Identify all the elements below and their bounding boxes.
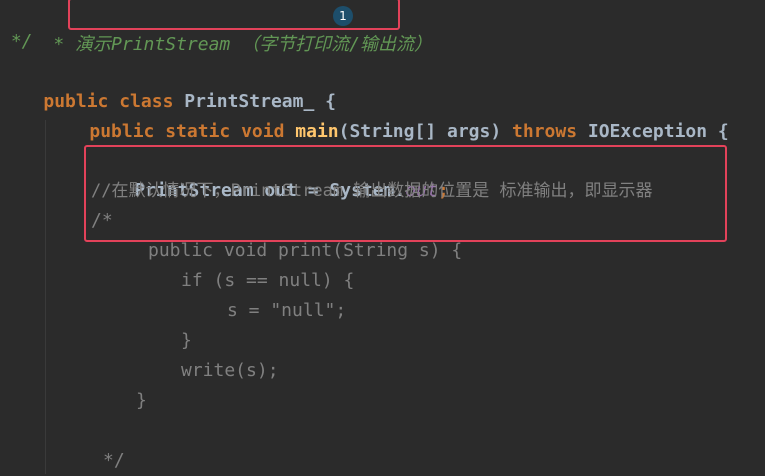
code-line-14[interactable]: */ — [103, 446, 125, 476]
code-line-13[interactable]: } — [136, 386, 147, 416]
cursor-badge: 1 — [333, 6, 353, 26]
doc-star: * — [53, 34, 76, 55]
code-line-2[interactable]: */ — [0, 27, 33, 57]
code-line-9[interactable]: if (s == null) { — [181, 266, 354, 296]
code-line-10[interactable]: s = "null"; — [227, 296, 346, 326]
code-line-3[interactable]: public class PrintStream_ { — [0, 57, 336, 112]
code-line-12[interactable]: write(s); — [181, 356, 279, 386]
keyword-throws: throws — [512, 121, 588, 142]
highlight-box-printstream — [84, 145, 727, 242]
exception-type: IOException — [587, 121, 708, 142]
doc-class-name: PrintStream — [111, 34, 231, 55]
keyword-modifiers: public static void — [89, 121, 296, 142]
code-line-11[interactable]: } — [181, 326, 192, 356]
method-main: main — [295, 121, 339, 142]
code-line-4[interactable]: public static void main(String[] args) t… — [46, 87, 728, 142]
doc-suffix: （字节打印流/输出流） — [230, 34, 432, 55]
code-editor[interactable]: * 演示PrintStream （字节打印流/输出流） */ public cl… — [0, 0, 765, 474]
method-params: (String[] args) — [338, 121, 513, 142]
brace: { — [707, 121, 729, 142]
doc-prefix: 演示 — [75, 34, 112, 55]
